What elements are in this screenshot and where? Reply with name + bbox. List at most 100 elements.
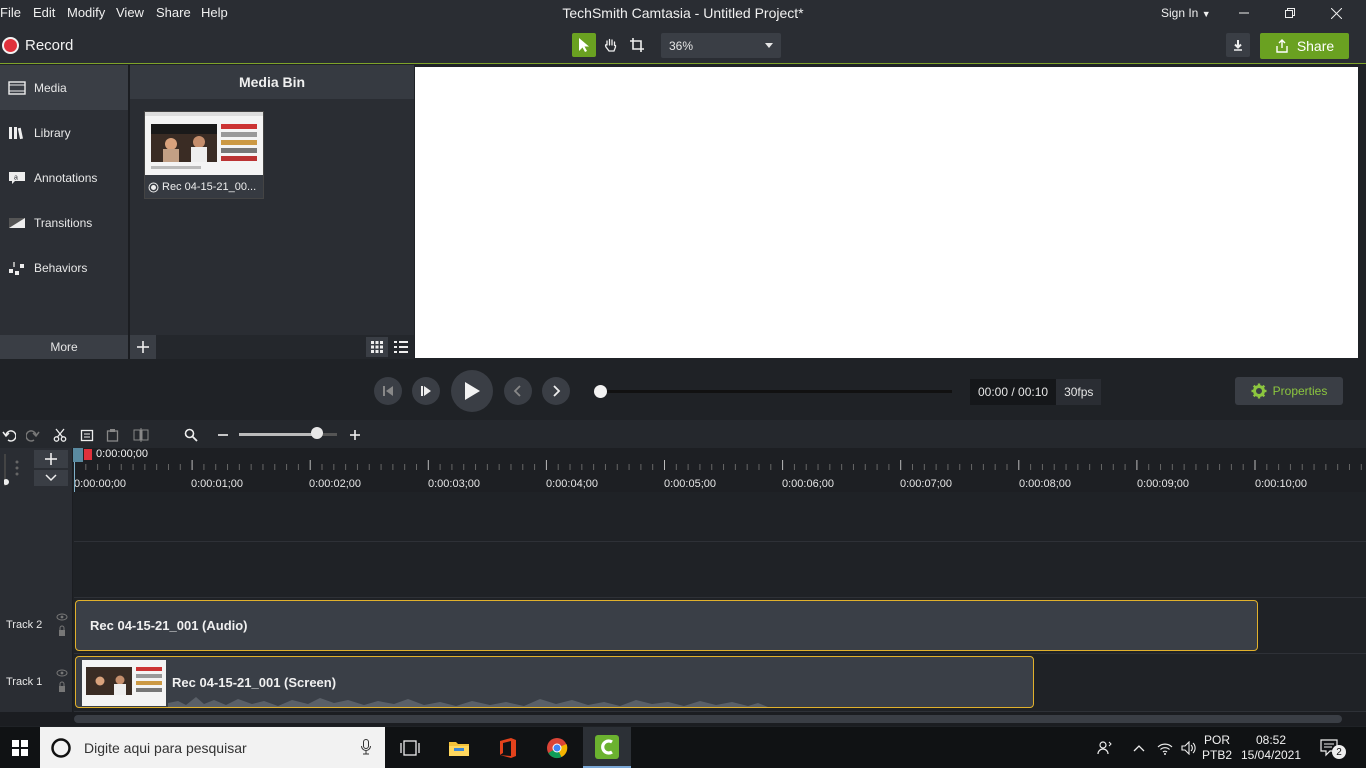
menu-modify[interactable]: Modify (67, 5, 105, 20)
select-tool-button[interactable] (572, 33, 596, 57)
action-center-button[interactable]: 2 (1312, 727, 1348, 768)
track-header[interactable]: Track 2 (0, 598, 73, 652)
paste-button[interactable] (104, 426, 122, 444)
split-button[interactable] (132, 426, 150, 444)
people-button[interactable] (1092, 727, 1118, 768)
tab-library[interactable]: Library (0, 110, 128, 155)
zoom-out-button[interactable] (214, 426, 232, 444)
ruler-label: 0:00:05;00 (664, 478, 716, 490)
tab-media[interactable]: Media (0, 65, 128, 110)
zoom-dropdown[interactable]: 36% (661, 33, 781, 58)
chevron-left-icon (513, 385, 521, 397)
preview-canvas[interactable] (415, 67, 1358, 358)
tab-behaviors[interactable]: Behaviors (0, 245, 128, 290)
taskbar-search[interactable]: Digite aqui para pesquisar (40, 727, 385, 768)
crop-icon (630, 38, 644, 52)
start-button[interactable] (0, 727, 40, 768)
media-bin-panel: Media Bin Rec 04-15-21_00... (128, 65, 414, 359)
zoom-to-fit-button[interactable] (182, 426, 200, 444)
folder-icon (449, 741, 469, 756)
left-panel-tabs: Media Library a Annotations Transitions … (0, 65, 128, 335)
record-button[interactable]: Record (2, 35, 73, 55)
minimize-button[interactable] (1221, 0, 1267, 26)
step-forward-button[interactable] (412, 377, 440, 405)
menu-edit[interactable]: Edit (33, 5, 55, 20)
clip-label: Rec 04-15-21_001 (Audio) (90, 618, 248, 633)
network-button[interactable] (1154, 727, 1176, 768)
tray-expand-button[interactable] (1128, 727, 1150, 768)
chrome-icon (547, 737, 568, 758)
microphone-icon[interactable] (361, 739, 371, 755)
collapse-tracks-button[interactable] (34, 470, 68, 486)
list-icon (394, 341, 408, 353)
close-icon (1330, 7, 1342, 19)
sign-in-label: Sign In (1161, 6, 1199, 20)
cut-button[interactable] (51, 426, 69, 444)
gear-icon (1251, 383, 1267, 399)
step-back-icon (383, 386, 393, 396)
menu-file[interactable]: File (0, 5, 21, 20)
tab-transitions[interactable]: Transitions (0, 200, 128, 245)
step-back-button[interactable] (374, 377, 402, 405)
share-button[interactable]: Share (1260, 33, 1349, 59)
add-track-button[interactable] (34, 450, 68, 468)
scrub-handle[interactable] (594, 385, 607, 398)
magnifier-icon (184, 428, 198, 442)
track-lane-1[interactable]: Rec 04-15-21_001 (Screen) (74, 654, 1366, 712)
track-lane-empty[interactable] (74, 542, 1366, 598)
office-icon (500, 737, 516, 758)
crop-tool-button[interactable] (625, 33, 649, 57)
redo-button[interactable] (24, 426, 42, 444)
more-button[interactable]: More (0, 335, 128, 359)
timeline-zoom-handle[interactable] (311, 427, 323, 439)
annotations-icon: a (0, 171, 34, 185)
grid-view-button[interactable] (366, 337, 388, 357)
undo-button[interactable] (0, 426, 18, 444)
pan-tool-button[interactable] (599, 33, 623, 57)
screen-clip[interactable]: Rec 04-15-21_001 (Screen) (75, 656, 1034, 708)
file-explorer-app[interactable] (435, 727, 483, 768)
play-button[interactable] (451, 370, 493, 412)
clock[interactable]: 08:52 15/04/2021 (1238, 727, 1304, 768)
volume-button[interactable] (1178, 727, 1200, 768)
playhead-handle[interactable] (73, 448, 83, 462)
playhead-marker[interactable] (84, 449, 92, 460)
current-time: 00:00 / 00:10 (978, 385, 1049, 399)
playhead-time: 0:00:00;00 (96, 448, 148, 460)
menu-share[interactable]: Share (156, 5, 191, 20)
task-view-icon (400, 739, 420, 756)
close-button[interactable] (1313, 0, 1359, 26)
media-thumbnail (145, 112, 263, 175)
scrub-bar[interactable] (600, 390, 952, 393)
download-button[interactable] (1226, 33, 1250, 57)
sign-in-button[interactable]: Sign In ▼ (1161, 6, 1211, 20)
track-header[interactable]: Track 1 (0, 654, 73, 710)
next-marker-button[interactable] (542, 377, 570, 405)
search-placeholder: Digite aqui para pesquisar (84, 739, 247, 756)
undo-icon (2, 430, 16, 442)
tab-annotations[interactable]: a Annotations (0, 155, 128, 200)
copy-button[interactable] (78, 426, 96, 444)
ruler-label: 0:00:04;00 (546, 478, 598, 490)
office-app[interactable] (484, 727, 532, 768)
add-media-button[interactable] (130, 335, 156, 359)
task-view-button[interactable] (386, 727, 434, 768)
svg-text:a: a (14, 174, 18, 181)
track-lane-2[interactable]: Rec 04-15-21_001 (Audio) (74, 598, 1366, 654)
language-indicator[interactable]: POR PTB2 (1202, 727, 1232, 768)
camtasia-app[interactable] (583, 727, 631, 768)
previous-marker-button[interactable] (504, 377, 532, 405)
zoom-in-button[interactable] (346, 426, 364, 444)
menu-view[interactable]: View (116, 5, 144, 20)
audio-clip[interactable]: Rec 04-15-21_001 (Audio) (75, 600, 1258, 651)
track-lane-empty[interactable] (74, 492, 1366, 542)
timeline-ruler[interactable]: 0:00:00;00 0:00:00;00 0:00:01;00 0:00:02… (74, 448, 1366, 492)
list-view-button[interactable] (390, 337, 412, 357)
maximize-button[interactable] (1267, 0, 1313, 26)
timeline-scrollbar[interactable] (74, 715, 1342, 723)
chrome-app[interactable] (533, 727, 581, 768)
properties-button[interactable]: Properties (1235, 377, 1343, 405)
menu-help[interactable]: Help (201, 5, 228, 20)
media-bin-item[interactable]: Rec 04-15-21_00... (144, 111, 264, 199)
timeline-zoom-fill (239, 433, 316, 436)
